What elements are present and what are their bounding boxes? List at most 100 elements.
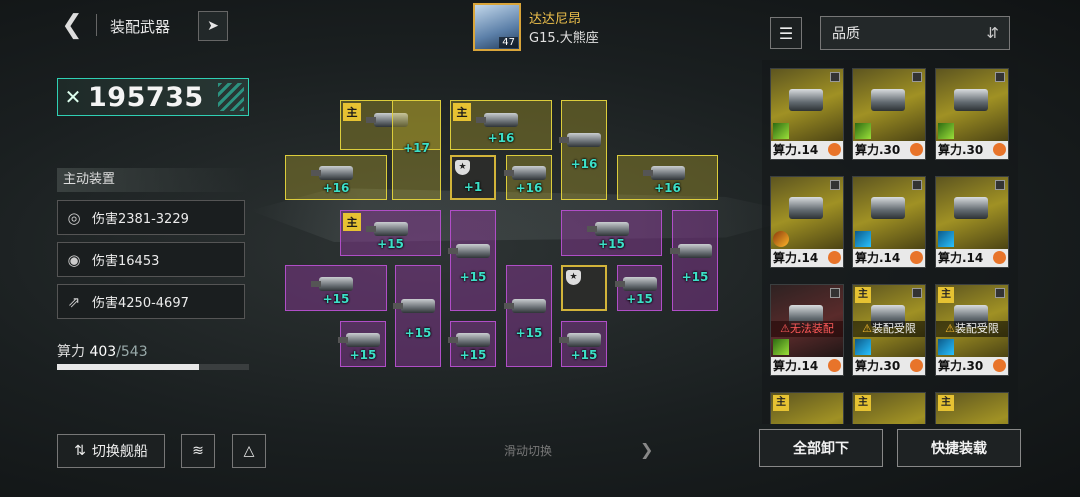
weapon-card[interactable]: 主	[935, 392, 1009, 424]
cost-text: 算力.14	[773, 251, 819, 265]
weapon-icon	[871, 197, 905, 219]
weapon-card[interactable]: ⚠无法装配 算力.14	[770, 284, 844, 376]
cost-text: 算力.30	[938, 359, 984, 373]
location-label: G15.大熊座	[529, 31, 599, 46]
stat-row[interactable]: ⇗ 伤害4250-4697	[57, 284, 245, 319]
weapon-card[interactable]: 主	[770, 392, 844, 424]
active-section-title: 主动装置	[57, 168, 249, 192]
weapon-icon	[365, 221, 408, 236]
weapon-card[interactable]: 主 ⚠装配受限 算力.30	[852, 284, 926, 376]
weapon-slot[interactable]: +16	[617, 155, 718, 200]
weapon-slot[interactable]: +15	[338, 321, 386, 367]
weapon-card[interactable]: 算力.30	[852, 68, 926, 160]
weapon-slot[interactable]: +15	[393, 265, 441, 367]
radar-icon: ◉	[67, 250, 81, 269]
weapon-card[interactable]: 算力.14	[770, 68, 844, 160]
weapon-slot[interactable]: +15	[670, 210, 718, 311]
card-cost: 算力.30	[936, 141, 1008, 159]
captain-level: 47	[499, 37, 518, 48]
weapon-icon	[504, 299, 546, 313]
element-icon	[855, 339, 871, 355]
weapon-slot[interactable]: +15	[561, 210, 662, 256]
shield-icon: ★	[566, 270, 581, 285]
weapon-card[interactable]: 算力.30	[935, 68, 1009, 160]
weapon-slot[interactable]: +15	[614, 265, 662, 311]
quick-equip-button[interactable]: 快捷装载	[897, 429, 1021, 467]
main-badge: 主	[855, 395, 871, 411]
weapon-icon	[393, 299, 435, 313]
element-icon	[773, 339, 789, 355]
weapon-slot[interactable]: +15	[448, 321, 496, 367]
card-cost: 算力.30	[853, 357, 925, 375]
back-arrow-icon[interactable]: ❮	[58, 10, 86, 40]
weapon-slot[interactable]: +16	[285, 155, 387, 200]
weapon-slot[interactable]: 主 +16	[450, 100, 552, 150]
rocket-icon[interactable]: ➤	[198, 11, 228, 41]
weapon-slot[interactable]: +15	[285, 265, 387, 311]
header-divider	[96, 14, 97, 36]
main-badge: 主	[938, 395, 954, 411]
card-cost: 算力.30	[936, 357, 1008, 375]
weapon-icon	[448, 243, 490, 258]
unequip-all-button[interactable]: 全部卸下	[759, 429, 883, 467]
element-icon	[938, 231, 954, 247]
warning-text: 无法装配	[789, 322, 834, 335]
chevron-right-icon[interactable]: ❯	[640, 440, 653, 459]
weapon-slot[interactable]: +17	[392, 100, 441, 200]
weapon-slot[interactable]: +16	[504, 155, 552, 200]
stat-row[interactable]: ◉ 伤害16453	[57, 242, 245, 277]
weapon-card[interactable]: 主 ⚠装配受限 算力.30	[935, 284, 1009, 376]
warning-text: 装配受限	[954, 322, 999, 335]
inventory-panel[interactable]: 算力.14 算力.30 算力.30 算力.14 算力.14 算力.14 ⚠无法装…	[762, 60, 1018, 424]
weapon-icon	[504, 166, 546, 181]
stat-row[interactable]: ◎ 伤害2381-3229	[57, 200, 245, 235]
slot-level: +15	[349, 348, 377, 362]
weapon-icon	[559, 332, 601, 347]
filter-icon[interactable]: ☰	[770, 17, 802, 49]
capacity-current: 403	[89, 344, 117, 360]
target-icon: ◎	[67, 208, 81, 227]
card-cost: 算力.30	[853, 141, 925, 159]
capacity-fill	[57, 364, 200, 370]
weapon-slot[interactable]: 主 +15	[340, 210, 441, 256]
slot-level: +15	[570, 348, 598, 362]
weapon-icon	[954, 89, 988, 111]
warning-text: 装配受限	[871, 322, 916, 335]
captain-avatar[interactable]: 47	[473, 3, 521, 51]
weapon-slot[interactable]: +15	[504, 265, 552, 367]
wave-icon[interactable]: ≋	[181, 434, 215, 468]
weapon-card[interactable]: 主	[852, 392, 926, 424]
checkbox-icon	[830, 72, 840, 82]
element-icon	[773, 231, 789, 247]
compute-icon	[910, 359, 923, 372]
swords-icon: ✕	[64, 85, 82, 109]
slot-level: +15	[377, 237, 404, 251]
special-slot[interactable]: ★ +1	[450, 155, 496, 200]
card-cost: 算力.14	[936, 249, 1008, 267]
slot-level: +16	[322, 181, 350, 195]
switch-ship-button[interactable]: ⇅ 切换舰船	[57, 434, 165, 468]
unequip-all-label: 全部卸下	[793, 441, 849, 457]
slot-level: +15	[459, 270, 487, 284]
switch-ship-label: 切换舰船	[91, 444, 148, 460]
weapon-slot[interactable]: +16	[559, 100, 607, 200]
weapon-icon	[954, 197, 988, 219]
stat-text: 伤害2381-3229	[92, 212, 189, 227]
checkbox-icon	[912, 288, 922, 298]
warning-icon: ⚠	[780, 322, 790, 335]
weapon-card[interactable]: 算力.14	[770, 176, 844, 268]
sort-dropdown[interactable]: 品质 ⇵	[820, 16, 1010, 50]
weapon-card[interactable]: 算力.14	[852, 176, 926, 268]
weapon-icon	[642, 166, 685, 181]
special-slot[interactable]: ★	[561, 265, 607, 311]
main-badge: 主	[938, 287, 954, 303]
warning-label: ⚠装配受限	[853, 321, 925, 337]
formation-icon[interactable]: △	[232, 434, 266, 468]
weapon-slot[interactable]: +15	[559, 321, 607, 367]
weapon-card[interactable]: 算力.14	[935, 176, 1009, 268]
compute-icon	[993, 143, 1006, 156]
weapon-slot[interactable]: +15	[448, 210, 496, 311]
sort-label: 品质	[832, 26, 860, 42]
slot-level: +15	[626, 292, 653, 306]
warning-label: ⚠无法装配	[771, 321, 843, 337]
